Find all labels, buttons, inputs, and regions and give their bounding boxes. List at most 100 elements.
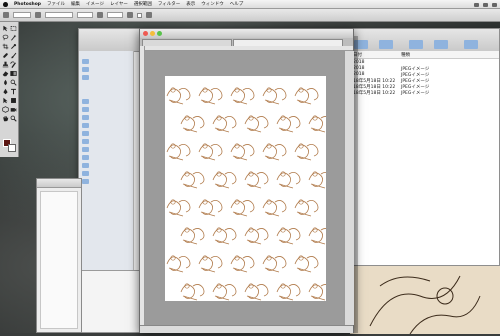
sepia-pattern-illustration — [166, 87, 326, 301]
minimize-button[interactable] — [150, 31, 155, 36]
eraser-tool-icon[interactable] — [2, 70, 9, 77]
flow-field[interactable] — [107, 12, 123, 18]
pattern-motif — [276, 283, 301, 301]
sidebar-folder-icon[interactable] — [82, 99, 89, 104]
pattern-motif — [294, 199, 319, 217]
pattern-motif — [230, 255, 255, 273]
pattern-motif — [308, 171, 326, 189]
clone-stamp-tool-icon[interactable] — [2, 61, 9, 68]
opacity-field[interactable] — [77, 12, 93, 18]
sidebar-folder-icon[interactable] — [82, 59, 89, 64]
sidebar-folder-icon[interactable] — [82, 163, 89, 168]
sidebar-folder-icon[interactable] — [82, 75, 89, 80]
menu-image[interactable]: イメージ — [86, 1, 104, 7]
menu-extras — [474, 0, 497, 9]
pressure-opacity-icon[interactable] — [97, 12, 103, 18]
window-shadow — [354, 36, 358, 333]
pattern-motif — [180, 171, 205, 189]
menu-view[interactable]: 表示 — [186, 1, 195, 7]
pattern-motif — [166, 199, 191, 217]
pattern-motif — [198, 143, 223, 161]
type-tool-icon[interactable] — [10, 88, 17, 95]
sidebar-folder-icon[interactable] — [82, 67, 89, 72]
menu-help[interactable]: ヘルプ — [230, 1, 244, 7]
menu-layer[interactable]: レイヤー — [110, 1, 128, 7]
zoom-button[interactable] — [157, 31, 162, 36]
pattern-motif — [244, 171, 269, 189]
move-tool-icon[interactable] — [2, 25, 9, 32]
crop-tool-icon[interactable] — [2, 43, 9, 50]
background-color-swatch[interactable] — [8, 144, 16, 152]
sidebar-folder-icon[interactable] — [82, 179, 89, 184]
pattern-motif — [276, 171, 301, 189]
pen-tool-icon[interactable] — [2, 88, 9, 95]
sidebar-folder-icon[interactable] — [82, 155, 89, 160]
eyedropper-tool-icon[interactable] — [10, 43, 17, 50]
palette-content — [40, 191, 78, 329]
kind-column-header[interactable]: 種類 — [401, 52, 410, 58]
brush-preset-icon[interactable] — [3, 12, 9, 18]
pattern-motif — [308, 227, 326, 245]
menu-file[interactable]: ファイル — [47, 1, 65, 7]
pattern-motif — [262, 255, 287, 273]
dodge-tool-icon[interactable] — [10, 79, 17, 86]
folder-icon[interactable] — [379, 40, 393, 49]
finder-sidebar — [79, 51, 134, 270]
finder-file-list: 日付 種類 2018 2018 JPEGイメージ 2018 JPEGイメージ 18年… — [349, 51, 499, 270]
sidebar-folder-icon[interactable] — [82, 139, 89, 144]
background-artwork-canvas — [350, 265, 500, 335]
pattern-motif — [180, 283, 205, 301]
pattern-motif — [230, 143, 255, 161]
path-selection-tool-icon[interactable] — [2, 97, 9, 104]
menu-select[interactable]: 選択範囲 — [134, 1, 152, 7]
pattern-motif — [198, 255, 223, 273]
sidebar-folder-icon[interactable] — [82, 147, 89, 152]
brush-tool-icon[interactable] — [10, 52, 17, 59]
sidebar-folder-icon[interactable] — [82, 123, 89, 128]
pattern-motif — [180, 227, 205, 245]
close-button[interactable] — [143, 31, 148, 36]
blur-tool-icon[interactable] — [2, 79, 9, 86]
menu-bar: Photoshop ファイル 編集 イメージ レイヤー 選択範囲 フィルター 表… — [0, 0, 500, 9]
pressure-size-icon[interactable] — [146, 12, 152, 18]
brush-size-field[interactable] — [13, 12, 31, 18]
gradient-tool-icon[interactable] — [10, 70, 17, 77]
canvas-document[interactable] — [165, 76, 326, 301]
file-row[interactable]: 18年5月18日 10:22 JPEGイメージ — [349, 90, 499, 96]
shape-tool-icon[interactable] — [10, 97, 17, 104]
status-tray-icon[interactable] — [474, 2, 479, 7]
sidebar-folder-icon[interactable] — [82, 115, 89, 120]
zoom-tool-icon[interactable] — [10, 115, 17, 122]
folder-icon[interactable] — [409, 40, 423, 49]
hand-tool-icon[interactable] — [2, 115, 9, 122]
palette-title[interactable] — [37, 179, 81, 188]
menu-app-name[interactable]: Photoshop — [14, 2, 41, 7]
healing-brush-tool-icon[interactable] — [2, 52, 9, 59]
3d-camera-tool-icon[interactable] — [10, 106, 17, 113]
3d-rotate-tool-icon[interactable] — [2, 106, 9, 113]
document-tab[interactable] — [142, 39, 232, 46]
menu-window[interactable]: ウィンドウ — [201, 1, 224, 7]
mode-select[interactable] — [45, 12, 73, 18]
status-tray-icon[interactable] — [492, 2, 497, 7]
document-tab-active[interactable] — [233, 39, 343, 46]
sidebar-folder-icon[interactable] — [82, 171, 89, 176]
sample-all-checkbox[interactable] — [137, 12, 142, 18]
sidebar-folder-icon[interactable] — [82, 131, 89, 136]
sidebar-folder-icon[interactable] — [82, 107, 89, 112]
vertical-scrollbar[interactable] — [344, 51, 354, 325]
apple-menu-icon[interactable] — [3, 1, 8, 7]
menu-edit[interactable]: 編集 — [71, 1, 80, 7]
tool-options-bar — [0, 9, 500, 22]
marquee-tool-icon[interactable] — [10, 25, 17, 32]
lasso-tool-icon[interactable] — [2, 34, 9, 41]
status-tray-icon[interactable] — [483, 2, 488, 7]
history-brush-tool-icon[interactable] — [10, 61, 17, 68]
folder-icon[interactable] — [464, 40, 478, 49]
magic-wand-tool-icon[interactable] — [10, 34, 17, 41]
brush-panel-icon[interactable] — [35, 12, 41, 18]
background-document — [81, 270, 141, 333]
airbrush-icon[interactable] — [127, 12, 133, 18]
folder-icon[interactable] — [434, 40, 448, 49]
menu-filter[interactable]: フィルター — [158, 1, 180, 7]
